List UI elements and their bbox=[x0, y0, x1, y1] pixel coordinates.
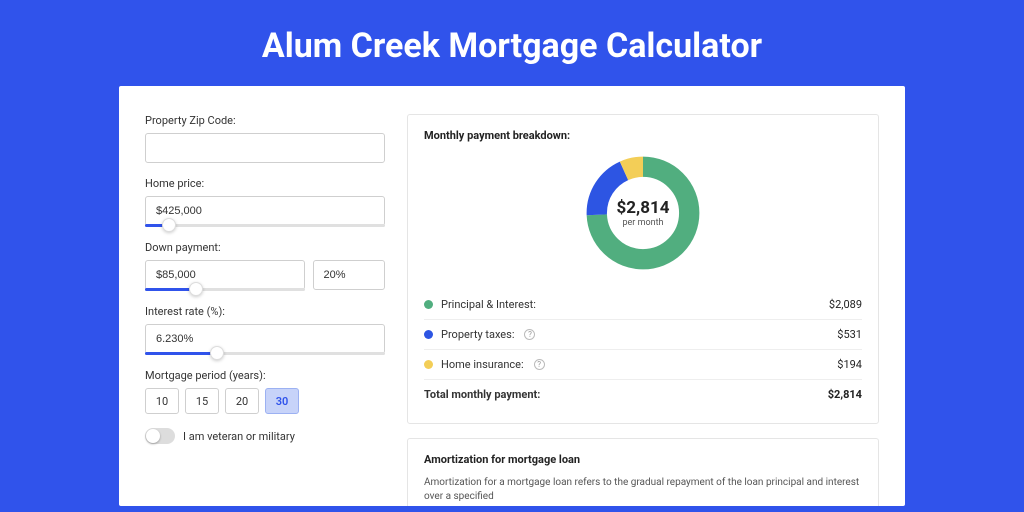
amortization-text: Amortization for a mortgage loan refers … bbox=[424, 476, 862, 504]
total-label: Total monthly payment: bbox=[424, 388, 540, 401]
total-value: $2,814 bbox=[828, 388, 862, 401]
period-option-10[interactable]: 10 bbox=[145, 388, 179, 414]
donut-chart: $2,814 per month bbox=[582, 152, 704, 274]
veteran-label: I am veteran or military bbox=[183, 430, 295, 443]
breakdown-row: Property taxes:? $531 bbox=[424, 319, 862, 349]
zip-input[interactable] bbox=[145, 133, 385, 163]
breakdown-heading: Monthly payment breakdown: bbox=[424, 129, 862, 142]
legend-dot bbox=[424, 300, 433, 309]
info-icon[interactable]: ? bbox=[534, 359, 545, 370]
breakdown-row: Home insurance:? $194 bbox=[424, 349, 862, 379]
amortization-panel: Amortization for mortgage loan Amortizat… bbox=[407, 438, 879, 506]
donut-amount: $2,814 bbox=[617, 198, 670, 218]
home-price-input[interactable] bbox=[145, 196, 385, 226]
breakdown-value: $2,089 bbox=[829, 298, 862, 311]
period-option-30[interactable]: 30 bbox=[265, 388, 299, 414]
breakdown-label: Home insurance: bbox=[441, 358, 524, 371]
down-payment-field: Down payment: bbox=[145, 241, 385, 291]
page-title: Alum Creek Mortgage Calculator bbox=[0, 0, 1024, 86]
home-price-field: Home price: bbox=[145, 177, 385, 227]
down-payment-input[interactable] bbox=[145, 260, 305, 290]
breakdown-label: Principal & Interest: bbox=[441, 298, 536, 311]
donut-wrap: $2,814 per month bbox=[424, 152, 862, 274]
breakdown-panel: Monthly payment breakdown: $2,814 per mo… bbox=[407, 114, 879, 424]
legend-dot bbox=[424, 330, 433, 339]
slider-thumb[interactable] bbox=[210, 346, 224, 360]
legend-dot bbox=[424, 360, 433, 369]
zip-label: Property Zip Code: bbox=[145, 114, 385, 127]
calculator-card: Property Zip Code: Home price: Down paym… bbox=[119, 86, 905, 506]
veteran-row: I am veteran or military bbox=[145, 428, 385, 444]
home-price-slider[interactable] bbox=[145, 224, 385, 227]
breakdown-row: Principal & Interest: $2,089 bbox=[424, 290, 862, 319]
down-payment-pct-input[interactable] bbox=[313, 260, 386, 290]
form-column: Property Zip Code: Home price: Down paym… bbox=[145, 114, 385, 506]
home-price-label: Home price: bbox=[145, 177, 385, 190]
down-payment-label: Down payment: bbox=[145, 241, 385, 254]
period-options: 10152030 bbox=[145, 388, 385, 414]
info-icon[interactable]: ? bbox=[524, 329, 535, 340]
breakdown-column: Monthly payment breakdown: $2,814 per mo… bbox=[407, 114, 879, 506]
veteran-toggle[interactable] bbox=[145, 428, 175, 444]
period-field: Mortgage period (years): 10152030 bbox=[145, 369, 385, 414]
interest-label: Interest rate (%): bbox=[145, 305, 385, 318]
breakdown-value: $531 bbox=[837, 328, 862, 341]
breakdown-label: Property taxes: bbox=[441, 328, 514, 341]
interest-field: Interest rate (%): bbox=[145, 305, 385, 355]
slider-thumb[interactable] bbox=[189, 282, 203, 296]
total-row: Total monthly payment: $2,814 bbox=[424, 379, 862, 409]
breakdown-value: $194 bbox=[837, 358, 862, 371]
donut-sub: per month bbox=[622, 218, 663, 228]
period-label: Mortgage period (years): bbox=[145, 369, 385, 382]
period-option-20[interactable]: 20 bbox=[225, 388, 259, 414]
zip-field: Property Zip Code: bbox=[145, 114, 385, 163]
slider-thumb[interactable] bbox=[162, 218, 176, 232]
interest-slider[interactable] bbox=[145, 352, 385, 355]
interest-input[interactable] bbox=[145, 324, 385, 354]
period-option-15[interactable]: 15 bbox=[185, 388, 219, 414]
down-payment-slider[interactable] bbox=[145, 288, 305, 291]
amortization-heading: Amortization for mortgage loan bbox=[424, 453, 862, 466]
